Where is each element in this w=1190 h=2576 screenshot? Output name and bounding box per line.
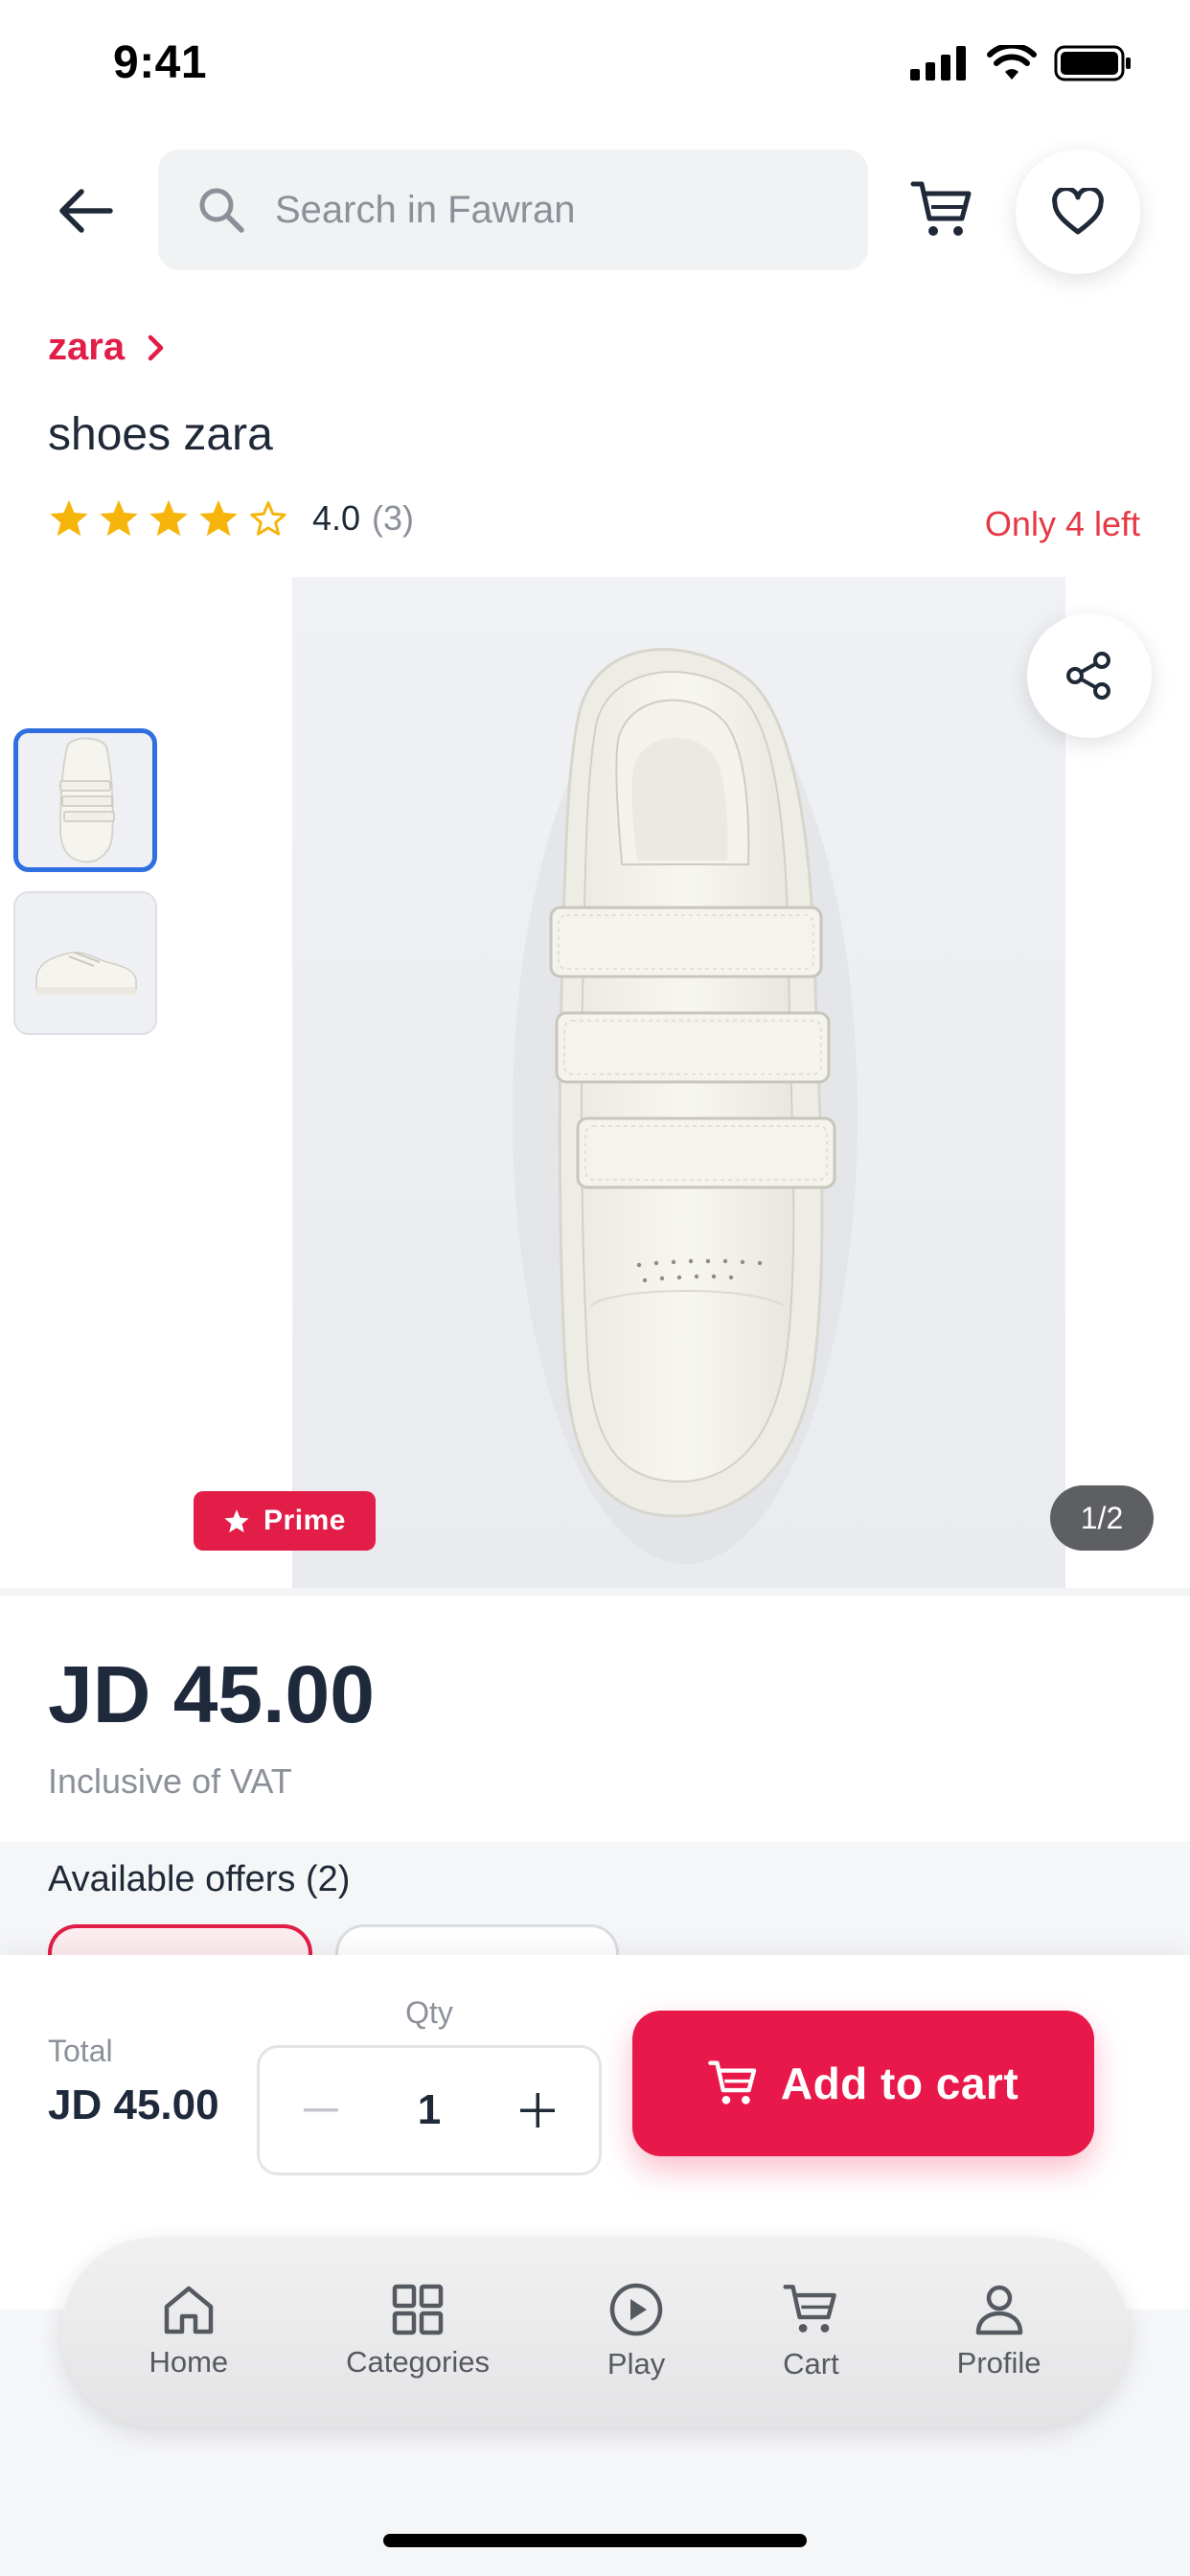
tab-cart-label: Cart — [783, 2347, 839, 2380]
star-filled-icon — [199, 499, 238, 537]
wifi-icon — [987, 45, 1037, 80]
tab-profile-label: Profile — [956, 2346, 1041, 2380]
battery-icon — [1054, 45, 1131, 81]
tab-profile[interactable]: Profile — [957, 2283, 1041, 2380]
product-title: shoes zara — [48, 409, 273, 460]
add-to-cart-label: Add to cart — [780, 2058, 1019, 2108]
rating-summary[interactable]: 4.0 (3) — [48, 498, 414, 539]
product-main-image[interactable] — [292, 577, 1065, 1588]
plus-icon — [519, 2093, 555, 2128]
status-icons — [910, 44, 1133, 82]
decrease-qty-button[interactable] — [292, 2082, 350, 2139]
total-label: Total — [48, 2034, 113, 2068]
tab-play-label: Play — [606, 2347, 666, 2380]
cart-icon — [783, 2285, 837, 2333]
star-rating — [48, 498, 289, 539]
user-icon — [975, 2285, 1022, 2335]
chevron-right-icon — [148, 334, 164, 360]
search-icon — [199, 188, 244, 233]
shoe-top-thumbnail — [18, 733, 152, 867]
cellular-signal-icon — [910, 46, 966, 80]
star-icon — [224, 1508, 249, 1532]
tab-categories-label: Categories — [346, 2345, 490, 2379]
vat-note: Inclusive of VAT — [48, 1761, 292, 1801]
tab-home[interactable]: Home — [149, 2284, 228, 2380]
heart-icon — [1052, 188, 1104, 235]
thumbnail-1[interactable] — [13, 728, 157, 872]
image-pager: 1/2 — [1050, 1485, 1154, 1551]
minus-icon — [304, 2108, 338, 2112]
rating-value: 4.0 — [312, 498, 361, 538]
prime-label: Prime — [263, 1505, 346, 1536]
star-outline-icon — [250, 501, 286, 536]
share-icon — [1066, 652, 1110, 700]
brand-name: zara — [48, 326, 126, 368]
shoe-side-thumbnail — [15, 893, 155, 1033]
tab-cart[interactable]: Cart — [783, 2282, 839, 2381]
play-icon — [609, 2283, 663, 2336]
rating-count: (3) — [372, 498, 415, 538]
stock-warning: Only 4 left — [984, 504, 1140, 543]
offers-title: Available offers (2) — [48, 1859, 351, 1899]
arrow-left-icon — [59, 189, 113, 233]
thumbnail-2[interactable] — [13, 891, 157, 1035]
favorite-button[interactable] — [1016, 150, 1140, 274]
grid-icon — [392, 2284, 444, 2335]
prime-badge: Prime — [194, 1491, 376, 1551]
quantity-stepper: 1 — [257, 2045, 602, 2175]
cart-icon — [708, 2060, 757, 2104]
share-button[interactable] — [1027, 613, 1152, 738]
product-price: JD 45.00 — [48, 1649, 375, 1739]
tab-home-label: Home — [149, 2345, 229, 2379]
increase-qty-button[interactable] — [509, 2082, 566, 2139]
bottom-tab-bar: Home Categories Play Cart Profile — [61, 2237, 1129, 2426]
star-filled-icon — [50, 499, 88, 537]
brand-link[interactable]: zara — [48, 326, 167, 369]
shoe-image — [292, 577, 1065, 1588]
home-indicator — [383, 2534, 807, 2547]
qty-value: 1 — [417, 2086, 442, 2133]
qty-label: Qty — [405, 1995, 453, 2030]
search-placeholder: Search in Fawran — [275, 188, 576, 231]
search-input[interactable]: Search in Fawran — [158, 150, 868, 270]
header-cart-button[interactable] — [901, 169, 983, 251]
divider — [0, 1588, 1190, 1596]
tab-play[interactable]: Play — [607, 2282, 665, 2381]
star-filled-icon — [149, 499, 188, 537]
cart-icon — [910, 181, 972, 236]
status-time: 9:41 — [113, 37, 208, 88]
star-filled-icon — [100, 499, 138, 537]
total-value: JD 45.00 — [48, 2082, 219, 2128]
back-button[interactable] — [48, 172, 125, 249]
add-to-cart-button[interactable]: Add to cart — [632, 2011, 1094, 2156]
home-icon — [164, 2286, 214, 2334]
tab-categories[interactable]: Categories — [346, 2284, 490, 2380]
